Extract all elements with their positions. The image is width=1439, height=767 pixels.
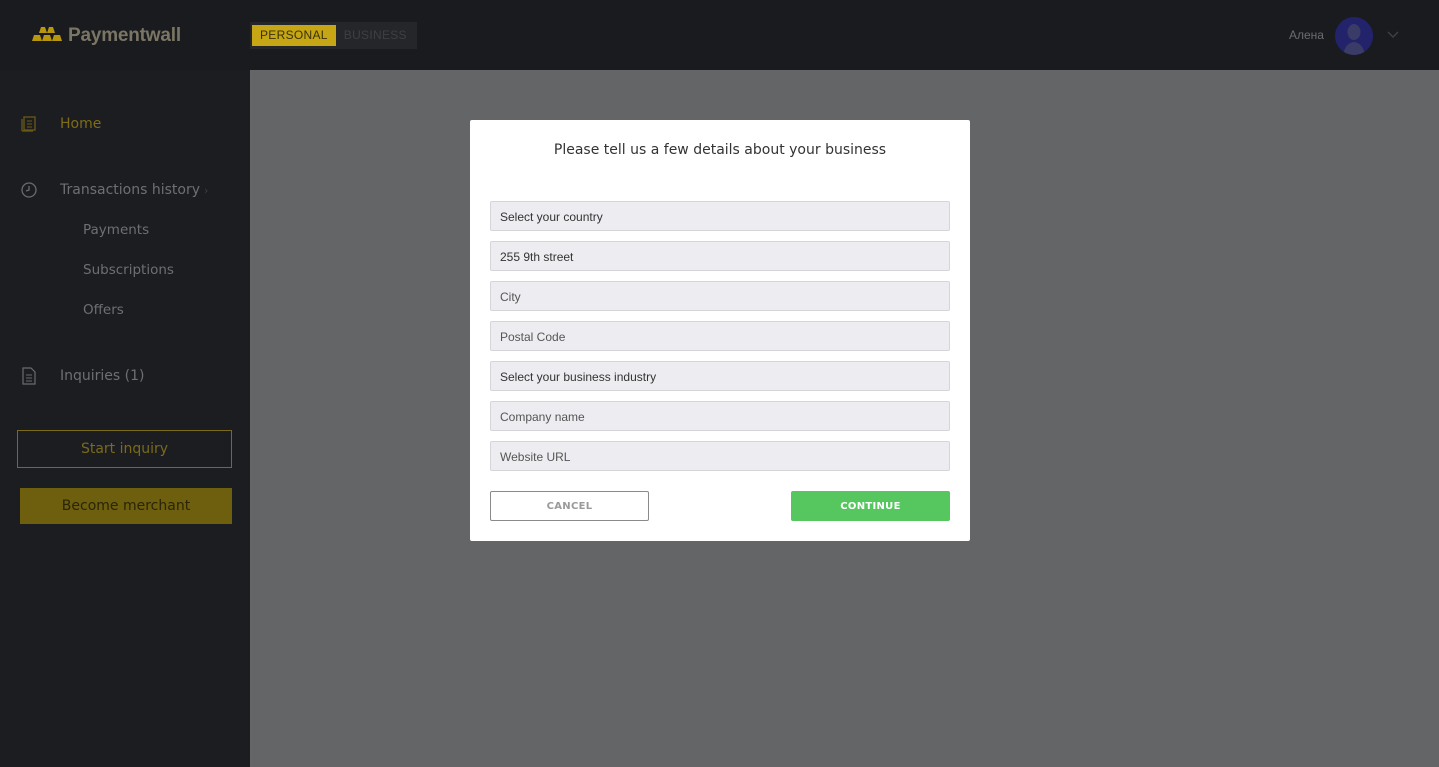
sidebar-item-label: Payments xyxy=(83,222,150,238)
top-bar: Paymentwall PERSONAL BUSINESS Алена xyxy=(0,0,1439,70)
sidebar-item-payments[interactable]: Payments xyxy=(0,215,250,245)
account-mode-switch: PERSONAL BUSINESS xyxy=(250,22,417,49)
company-name-field[interactable]: Company name xyxy=(490,401,950,431)
tab-personal[interactable]: PERSONAL xyxy=(252,25,336,46)
sidebar: Home Transactions history › Payments Subs… xyxy=(0,70,250,767)
sidebar-item-inquiries[interactable]: Inquiries (1) xyxy=(0,361,250,391)
sidebar-item-subscriptions[interactable]: Subscriptions xyxy=(0,255,250,285)
city-field[interactable]: City xyxy=(490,281,950,311)
sidebar-item-label: Home xyxy=(60,116,102,132)
sidebar-item-offers[interactable]: Offers xyxy=(0,295,250,325)
home-icon xyxy=(21,116,36,132)
cancel-button[interactable]: CANCEL xyxy=(490,491,649,521)
document-icon xyxy=(22,367,36,385)
dialog-title: Please tell us a few details about your … xyxy=(553,142,887,158)
start-inquiry-button[interactable]: Start inquiry xyxy=(17,430,232,468)
sidebar-item-label: Subscriptions xyxy=(83,262,174,278)
gold-bars-icon xyxy=(32,27,62,41)
sidebar-item-label-text: Transactions history xyxy=(60,182,200,198)
sidebar-item-label: Offers xyxy=(83,302,124,318)
avatar[interactable] xyxy=(1335,17,1373,55)
sidebar-item-label: Transactions history › xyxy=(60,182,208,198)
chevron-down-icon[interactable] xyxy=(1386,29,1400,39)
brand-logo[interactable]: Paymentwall xyxy=(30,22,181,50)
postal-code-field[interactable]: Postal Code xyxy=(490,321,950,351)
user-silhouette-icon xyxy=(1335,17,1373,55)
industry-select[interactable]: Select your business industry xyxy=(490,361,950,391)
tab-business[interactable]: BUSINESS xyxy=(336,25,415,46)
continue-button[interactable]: CONTINUE xyxy=(791,491,950,521)
sidebar-item-home[interactable]: Home xyxy=(0,109,250,139)
business-details-dialog: Please tell us a few details about your … xyxy=(470,120,970,541)
country-select[interactable]: Select your country xyxy=(490,201,950,231)
clock-icon xyxy=(21,182,37,198)
brand-name: Paymentwall xyxy=(68,25,181,46)
become-merchant-button[interactable]: Become merchant xyxy=(20,488,232,524)
sidebar-item-transactions-history[interactable]: Transactions history › xyxy=(0,175,250,205)
website-url-field[interactable]: Website URL xyxy=(490,441,950,471)
sidebar-item-label: Inquiries (1) xyxy=(60,368,145,384)
user-name[interactable]: Алена xyxy=(1289,28,1324,42)
street-field[interactable]: 255 9th street xyxy=(490,241,950,271)
chevron-right-icon: › xyxy=(204,184,209,197)
